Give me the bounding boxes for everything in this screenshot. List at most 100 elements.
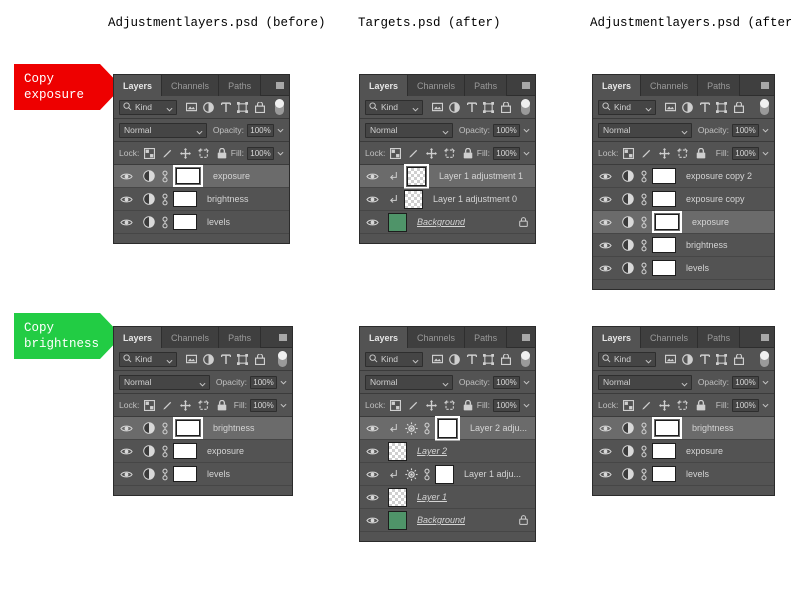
eye-icon[interactable]: [360, 516, 384, 525]
shape-layer-filter-icon[interactable]: [483, 353, 494, 365]
lock-all-icon[interactable]: [695, 147, 706, 159]
lock-artboard-nesting-icon[interactable]: [198, 147, 210, 159]
layer-row[interactable]: Layer 1 adjustment 0: [360, 188, 535, 211]
blend-mode-select[interactable]: Normal: [365, 374, 453, 390]
type-layer-filter-icon[interactable]: [220, 353, 231, 365]
tab-channels[interactable]: Channels: [162, 75, 220, 96]
pixel-layer-filter-icon[interactable]: [432, 353, 443, 365]
chevron-down-icon[interactable]: [277, 125, 284, 135]
link-icon[interactable]: [639, 193, 648, 206]
layer-thumbnail-selected[interactable]: [652, 211, 682, 233]
blend-mode-select[interactable]: Normal: [365, 122, 453, 138]
fill-input[interactable]: 100%: [250, 398, 277, 412]
adjustment-layer-icon[interactable]: [142, 193, 156, 205]
tab-layers[interactable]: Layers: [593, 75, 642, 96]
filter-toggle-switch[interactable]: [521, 99, 530, 115]
filter-toggle-switch[interactable]: [760, 99, 769, 115]
shape-layer-filter-icon[interactable]: [237, 101, 248, 113]
layer-row[interactable]: brightness: [114, 417, 292, 440]
filter-kind-select[interactable]: Kind: [119, 351, 177, 367]
eye-icon[interactable]: [360, 172, 384, 181]
eye-icon[interactable]: [114, 218, 138, 227]
opacity-input[interactable]: 100%: [247, 123, 274, 137]
layer-thumbnail[interactable]: [173, 214, 197, 230]
link-icon[interactable]: [160, 445, 169, 458]
layer-thumbnail[interactable]: [176, 168, 200, 184]
fill-input[interactable]: 100%: [247, 146, 274, 160]
pixel-layer-filter-icon[interactable]: [186, 101, 197, 113]
lock-position-icon[interactable]: [426, 147, 438, 159]
layer-row[interactable]: Layer 1: [360, 486, 535, 509]
tab-channels[interactable]: Channels: [641, 75, 699, 96]
panel-menu-icon[interactable]: [756, 75, 774, 96]
layer-thumbnail[interactable]: [173, 191, 197, 207]
chevron-down-icon[interactable]: [762, 377, 769, 387]
layer-name[interactable]: brightness: [213, 423, 255, 433]
filter-toggle-switch[interactable]: [275, 99, 284, 115]
link-icon[interactable]: [639, 239, 648, 252]
opacity-input[interactable]: 100%: [732, 375, 759, 389]
layer-thumbnail[interactable]: [652, 466, 676, 482]
fill-input[interactable]: 100%: [493, 146, 520, 160]
lock-transparent-pixels-icon[interactable]: [144, 147, 156, 159]
layer-name[interactable]: Layer 1 adjustment 0: [433, 194, 517, 204]
layer-row[interactable]: exposure copy: [593, 188, 774, 211]
layer-row[interactable]: Layer 1 adjustment 1: [360, 165, 535, 188]
layer-name[interactable]: levels: [686, 263, 709, 273]
lock-artboard-nesting-icon[interactable]: [444, 147, 456, 159]
lock-position-icon[interactable]: [180, 147, 192, 159]
layer-row[interactable]: levels: [593, 257, 774, 280]
adjustment-layer-filter-icon[interactable]: [203, 353, 214, 365]
layer-name[interactable]: levels: [207, 217, 230, 227]
adjustment-layer-icon[interactable]: [142, 445, 156, 457]
pixel-layer-filter-icon[interactable]: [186, 353, 197, 365]
link-icon[interactable]: [422, 468, 431, 481]
tab-layers[interactable]: Layers: [360, 327, 409, 348]
layer-thumbnail[interactable]: [404, 189, 423, 209]
tab-paths[interactable]: Paths: [465, 75, 508, 96]
layer-row[interactable]: brightness: [593, 417, 774, 440]
adjustment-layer-icon[interactable]: [621, 468, 635, 480]
eye-icon[interactable]: [360, 447, 384, 456]
smart-object-filter-icon[interactable]: [254, 101, 265, 113]
layer-thumbnail[interactable]: [652, 260, 676, 276]
layer-thumbnail[interactable]: [173, 443, 197, 459]
layer-row[interactable]: exposure copy 2: [593, 165, 774, 188]
adjustment-layer-icon[interactable]: [621, 170, 635, 182]
adjustment-layer-icon[interactable]: [621, 445, 635, 457]
eye-icon[interactable]: [360, 493, 384, 502]
tab-paths[interactable]: Paths: [698, 75, 741, 96]
chevron-down-icon[interactable]: [523, 125, 530, 135]
eye-icon[interactable]: [593, 241, 617, 250]
adjustment-layer-icon[interactable]: [142, 216, 156, 228]
lock-transparent-pixels-icon[interactable]: [390, 147, 402, 159]
link-icon[interactable]: [639, 170, 648, 183]
layer-row[interactable]: exposure: [114, 440, 292, 463]
layer-row[interactable]: exposure: [593, 211, 774, 234]
chevron-down-icon[interactable]: [280, 400, 287, 410]
lock-position-icon[interactable]: [426, 399, 438, 411]
lock-all-icon[interactable]: [216, 399, 227, 411]
lock-all-icon[interactable]: [695, 399, 706, 411]
type-layer-filter-icon[interactable]: [699, 101, 710, 113]
filter-toggle-switch[interactable]: [521, 351, 530, 367]
chevron-down-icon[interactable]: [280, 377, 287, 387]
eye-icon[interactable]: [114, 447, 138, 456]
tab-paths[interactable]: Paths: [219, 327, 262, 348]
eye-icon[interactable]: [593, 470, 617, 479]
lock-all-icon[interactable]: [462, 147, 473, 159]
eye-icon[interactable]: [593, 172, 617, 181]
pixel-layer-filter-icon[interactable]: [665, 101, 676, 113]
link-icon[interactable]: [639, 262, 648, 275]
eye-icon[interactable]: [593, 447, 617, 456]
tab-channels[interactable]: Channels: [408, 327, 466, 348]
layer-name[interactable]: exposure: [692, 217, 729, 227]
layer-name[interactable]: Layer 1: [417, 492, 447, 502]
adjustment-layer-icon[interactable]: [621, 216, 635, 228]
adjustment-layer-icon[interactable]: [621, 422, 635, 434]
blend-mode-select[interactable]: Normal: [119, 374, 210, 390]
opacity-input[interactable]: 100%: [493, 123, 520, 137]
shape-layer-filter-icon[interactable]: [716, 101, 727, 113]
adjustment-layer-icon[interactable]: [142, 422, 156, 434]
layer-thumbnail[interactable]: [655, 214, 679, 230]
